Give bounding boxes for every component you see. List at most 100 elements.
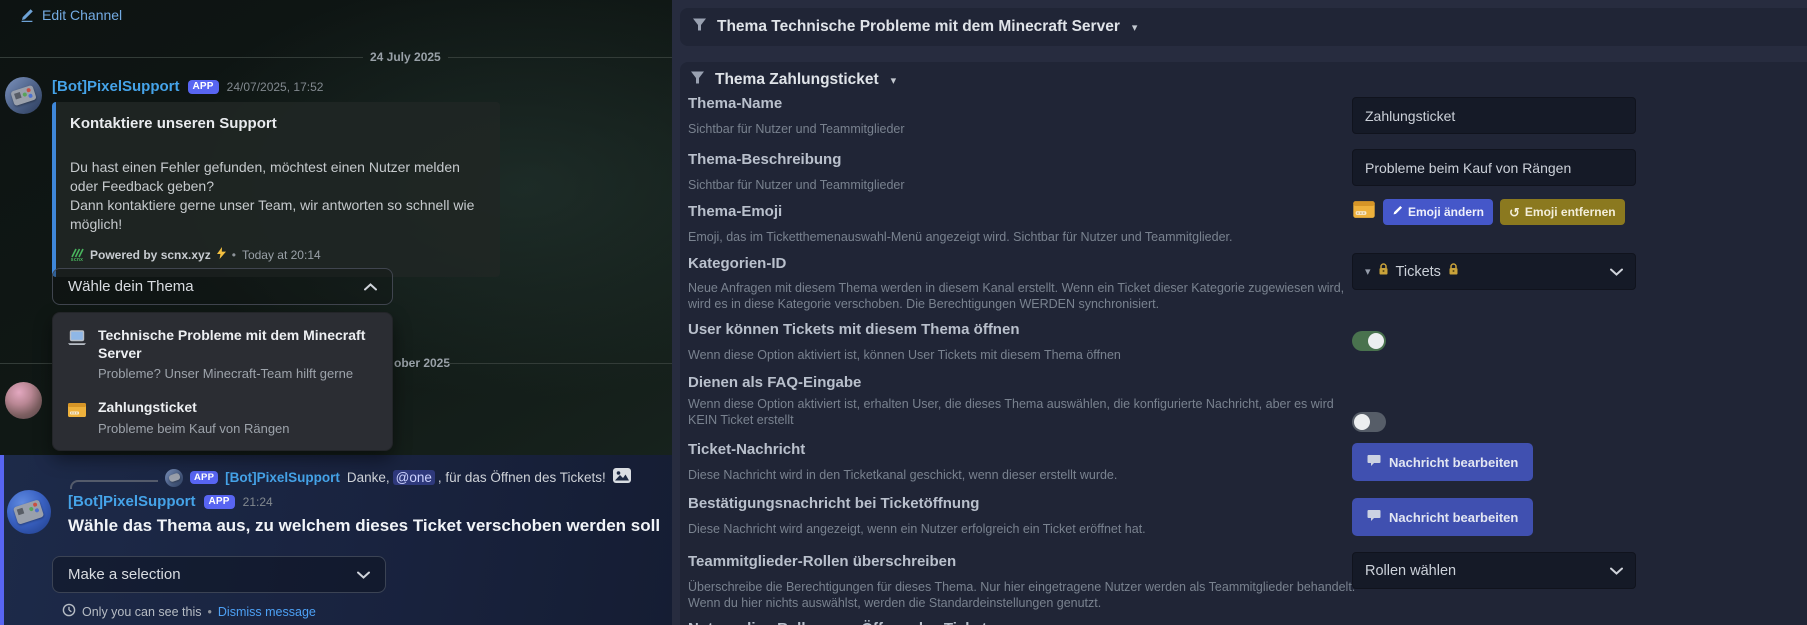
divider-line [444, 363, 672, 364]
undo-icon: ↺ [1509, 206, 1520, 219]
app-badge: APP [190, 471, 218, 485]
collapsed-topic-header[interactable]: Thema Technische Probleme mit dem Minecr… [680, 8, 1807, 46]
divider-line [0, 57, 363, 58]
dropdown-option-description: Probleme beim Kauf von Rängen [98, 421, 290, 436]
kategorie-select[interactable]: ▾ Tickets [1352, 253, 1636, 290]
dropdown-option-technische-probleme[interactable]: Technische Probleme mit dem Minecraft Se… [53, 318, 392, 390]
username[interactable]: [Bot]PixelSupport [52, 78, 180, 95]
reply-username[interactable]: [Bot]PixelSupport [225, 470, 340, 485]
divider-line [448, 57, 672, 58]
gamepad-icon [10, 85, 36, 106]
caret-down-icon: ▾ [1132, 21, 1138, 34]
make-selection-placeholder: Make a selection [68, 566, 181, 583]
emoji-change-button[interactable]: Emoji ändern [1383, 199, 1493, 225]
reply-reference: APP [Bot]PixelSupport Danke,@one, für da… [70, 466, 631, 489]
chevron-down-icon [357, 566, 370, 583]
edit-channel-label: Edit Channel [42, 7, 122, 23]
timestamp: 21:24 [243, 495, 273, 509]
gamepad-icon [13, 499, 44, 524]
rollen-placeholder: Rollen wählen [1365, 563, 1456, 579]
field-label-kategorien-id: Kategorien-ID [688, 255, 786, 272]
thema-name-input[interactable] [1352, 97, 1636, 134]
laptop-icon [67, 330, 87, 351]
chat-panel: Edit Channel 24 July 2025 [Bot]PixelSupp… [0, 0, 672, 625]
field-desc-bestaetigung: Diese Nachricht wird angezeigt, wenn ein… [688, 522, 1356, 538]
message-header: [Bot]PixelSupport APP 24/07/2025, 17:52 [52, 78, 323, 95]
speech-bubble-icon [1367, 454, 1381, 470]
field-desc-team-rollen: Überschreibe die Berechtigungen für dies… [688, 580, 1356, 611]
move-ticket-title: Wähle das Thema aus, zu welchem dieses T… [68, 516, 660, 536]
kategorie-value: Tickets [1396, 264, 1441, 280]
user-avatar[interactable] [5, 382, 42, 419]
field-label-team-rollen: Teammitglieder-Rollen überschreiben [688, 553, 956, 570]
dropdown-option-title: Technische Probleme mit dem Minecraft Se… [98, 327, 378, 362]
embed-title: Kontaktiere unseren Support [70, 115, 484, 132]
field-desc-thema-name: Sichtbar für Nutzer und Teammitglieder [688, 122, 1356, 138]
message-header: [Bot]PixelSupport APP 21:24 [68, 493, 273, 510]
bolt-icon [217, 246, 226, 264]
ephemeral-footer: Only you can see this • Dismiss message [62, 603, 316, 620]
pencil-icon [1392, 205, 1403, 219]
bestaetigung-edit-button[interactable]: Nachricht bearbeiten [1352, 498, 1533, 536]
field-label-thema-beschreibung: Thema-Beschreibung [688, 151, 841, 168]
bot-avatar[interactable] [7, 490, 51, 534]
ephemeral-eye-icon [62, 603, 76, 620]
emoji-controls: Emoji ändern ↺ Emoji entfernen [1352, 199, 1625, 225]
collapsed-topic-title: Thema Technische Probleme mit dem Minecr… [717, 18, 1120, 36]
dismiss-message-link[interactable]: Dismiss message [218, 605, 316, 619]
caret-down-icon: ▾ [891, 74, 897, 87]
topic-select[interactable]: Wähle dein Thema [52, 268, 393, 305]
reply-spine [70, 480, 158, 489]
topic-section-title: Thema Zahlungsticket [715, 71, 879, 89]
field-desc-kategorien-id: Neue Anfragen mit diesem Thema werden in… [688, 281, 1356, 312]
faq-toggle[interactable] [1352, 412, 1386, 432]
funnel-icon [692, 18, 707, 36]
chevron-up-icon [364, 278, 377, 295]
lock-icon [1378, 263, 1389, 280]
avatar[interactable] [5, 77, 42, 114]
topic-section-header[interactable]: Thema Zahlungsticket ▾ [690, 71, 896, 89]
date-divider-partial: ober 2025 [394, 356, 450, 370]
scnx-logo-icon: scnx [70, 248, 84, 263]
username[interactable]: [Bot]PixelSupport [68, 493, 196, 510]
embed-footer: scnx Powered by scnx.xyz • Today at 20:1… [70, 246, 484, 264]
ticket-nachricht-edit-button[interactable]: Nachricht bearbeiten [1352, 443, 1533, 481]
emoji-remove-button[interactable]: ↺ Emoji entfernen [1500, 199, 1625, 225]
reply-avatar[interactable] [165, 469, 183, 487]
rollen-select[interactable]: Rollen wählen [1352, 552, 1636, 589]
embed-footer-text: Powered by scnx.xyz [90, 248, 211, 262]
chevron-down-icon [1610, 264, 1623, 280]
field-label-thema-name: Thema-Name [688, 95, 782, 112]
category-caret-icon: ▾ [1365, 265, 1371, 278]
edit-channel-button[interactable]: Edit Channel [20, 7, 122, 23]
ticket-emoji [1352, 200, 1376, 224]
topic-select-placeholder: Wähle dein Thema [68, 278, 194, 295]
field-desc-user-open: Wenn diese Option aktiviert ist, können … [688, 348, 1356, 364]
field-desc-faq: Wenn diese Option aktiviert ist, erhalte… [688, 397, 1356, 428]
field-desc-thema-emoji: Emoji, das im Ticketthemenauswahl-Menü a… [688, 230, 1356, 246]
app-window: Edit Channel 24 July 2025 [Bot]PixelSupp… [0, 0, 1807, 625]
field-label-faq: Dienen als FAQ-Eingabe [688, 374, 861, 391]
dropdown-option-title: Zahlungsticket [98, 399, 290, 417]
reply-text: Danke,@one, für das Öffnen des Tickets! [347, 470, 606, 485]
embed-footer-time: Today at 20:14 [242, 248, 321, 262]
image-attachment-icon[interactable] [613, 468, 631, 487]
lock-icon [1448, 263, 1459, 280]
field-label-thema-emoji: Thema-Emoji [688, 203, 782, 220]
dropdown-option-description: Probleme? Unser Minecraft-Team hilft ger… [98, 366, 378, 381]
make-selection-select[interactable]: Make a selection [52, 556, 386, 593]
field-label-ticket-nachricht: Ticket-Nachricht [688, 441, 805, 458]
pencil-icon [20, 8, 34, 22]
user-open-toggle[interactable] [1352, 331, 1386, 351]
timestamp: 24/07/2025, 17:52 [227, 80, 324, 94]
app-badge: APP [188, 80, 219, 94]
chevron-down-icon [1610, 563, 1623, 579]
field-desc-thema-beschreibung: Sichtbar für Nutzer und Teammitglieder [688, 178, 1356, 194]
thema-beschreibung-input[interactable] [1352, 149, 1636, 186]
support-embed: Kontaktiere unseren Support Du hast eine… [52, 102, 500, 277]
embed-body-line2: Dann kontaktiere gerne unser Team, wir a… [70, 196, 484, 234]
dropdown-option-zahlungsticket[interactable]: Zahlungsticket Probleme beim Kauf von Rä… [53, 390, 392, 445]
field-desc-ticket-nachricht: Diese Nachricht wird in den Ticketkanal … [688, 468, 1356, 484]
app-badge: APP [204, 495, 235, 509]
user-mention[interactable]: @one [393, 470, 435, 485]
